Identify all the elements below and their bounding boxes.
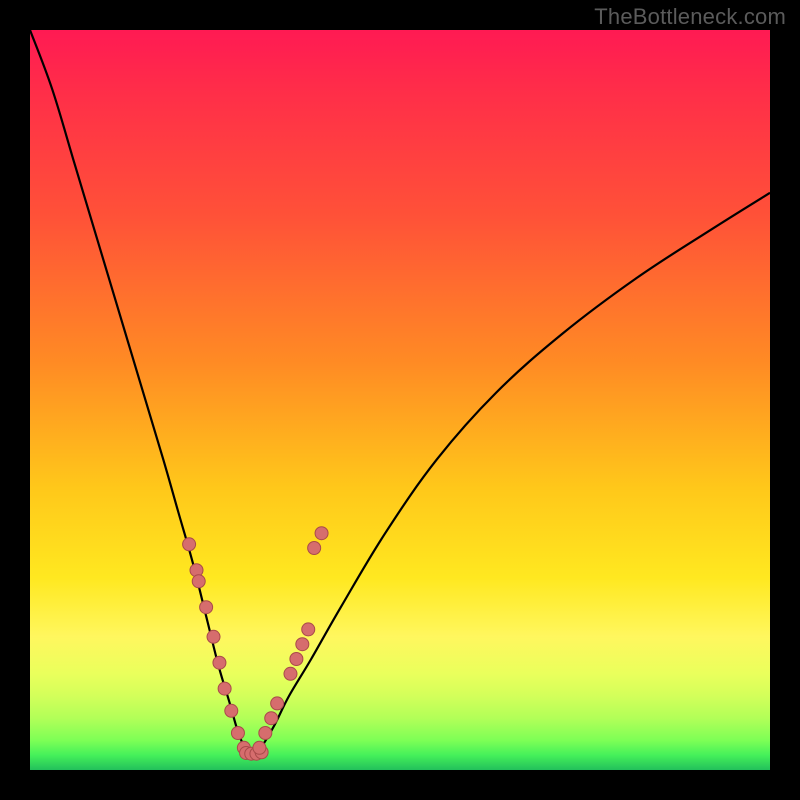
chart-svg (30, 30, 770, 770)
marker-dot (213, 656, 226, 669)
marker-dot (250, 747, 263, 760)
marker-dot (290, 653, 303, 666)
marker-dot (284, 667, 297, 680)
bottleneck-curve (30, 30, 770, 755)
marker-dot (245, 747, 258, 760)
marker-dot (192, 575, 205, 588)
outer-frame: TheBottleneck.com (0, 0, 800, 800)
marker-dot (253, 741, 266, 754)
marker-dot (265, 712, 278, 725)
marker-dot (225, 704, 238, 717)
marker-dot (296, 638, 309, 651)
marker-dot (315, 527, 328, 540)
marker-dot (200, 601, 213, 614)
marker-dot (271, 697, 284, 710)
plot-area (30, 30, 770, 770)
curve-path-group (30, 30, 770, 755)
marker-dot (308, 542, 321, 555)
marker-dot (259, 727, 272, 740)
marker-dot (255, 746, 268, 759)
marker-dot (237, 741, 250, 754)
marker-dot (207, 630, 220, 643)
watermark-text: TheBottleneck.com (594, 4, 786, 30)
marker-dot (240, 746, 253, 759)
marker-dot (231, 727, 244, 740)
marker-dots (183, 527, 328, 761)
marker-dot (302, 623, 315, 636)
marker-dot (218, 682, 231, 695)
marker-dot (190, 564, 203, 577)
marker-dot (183, 538, 196, 551)
